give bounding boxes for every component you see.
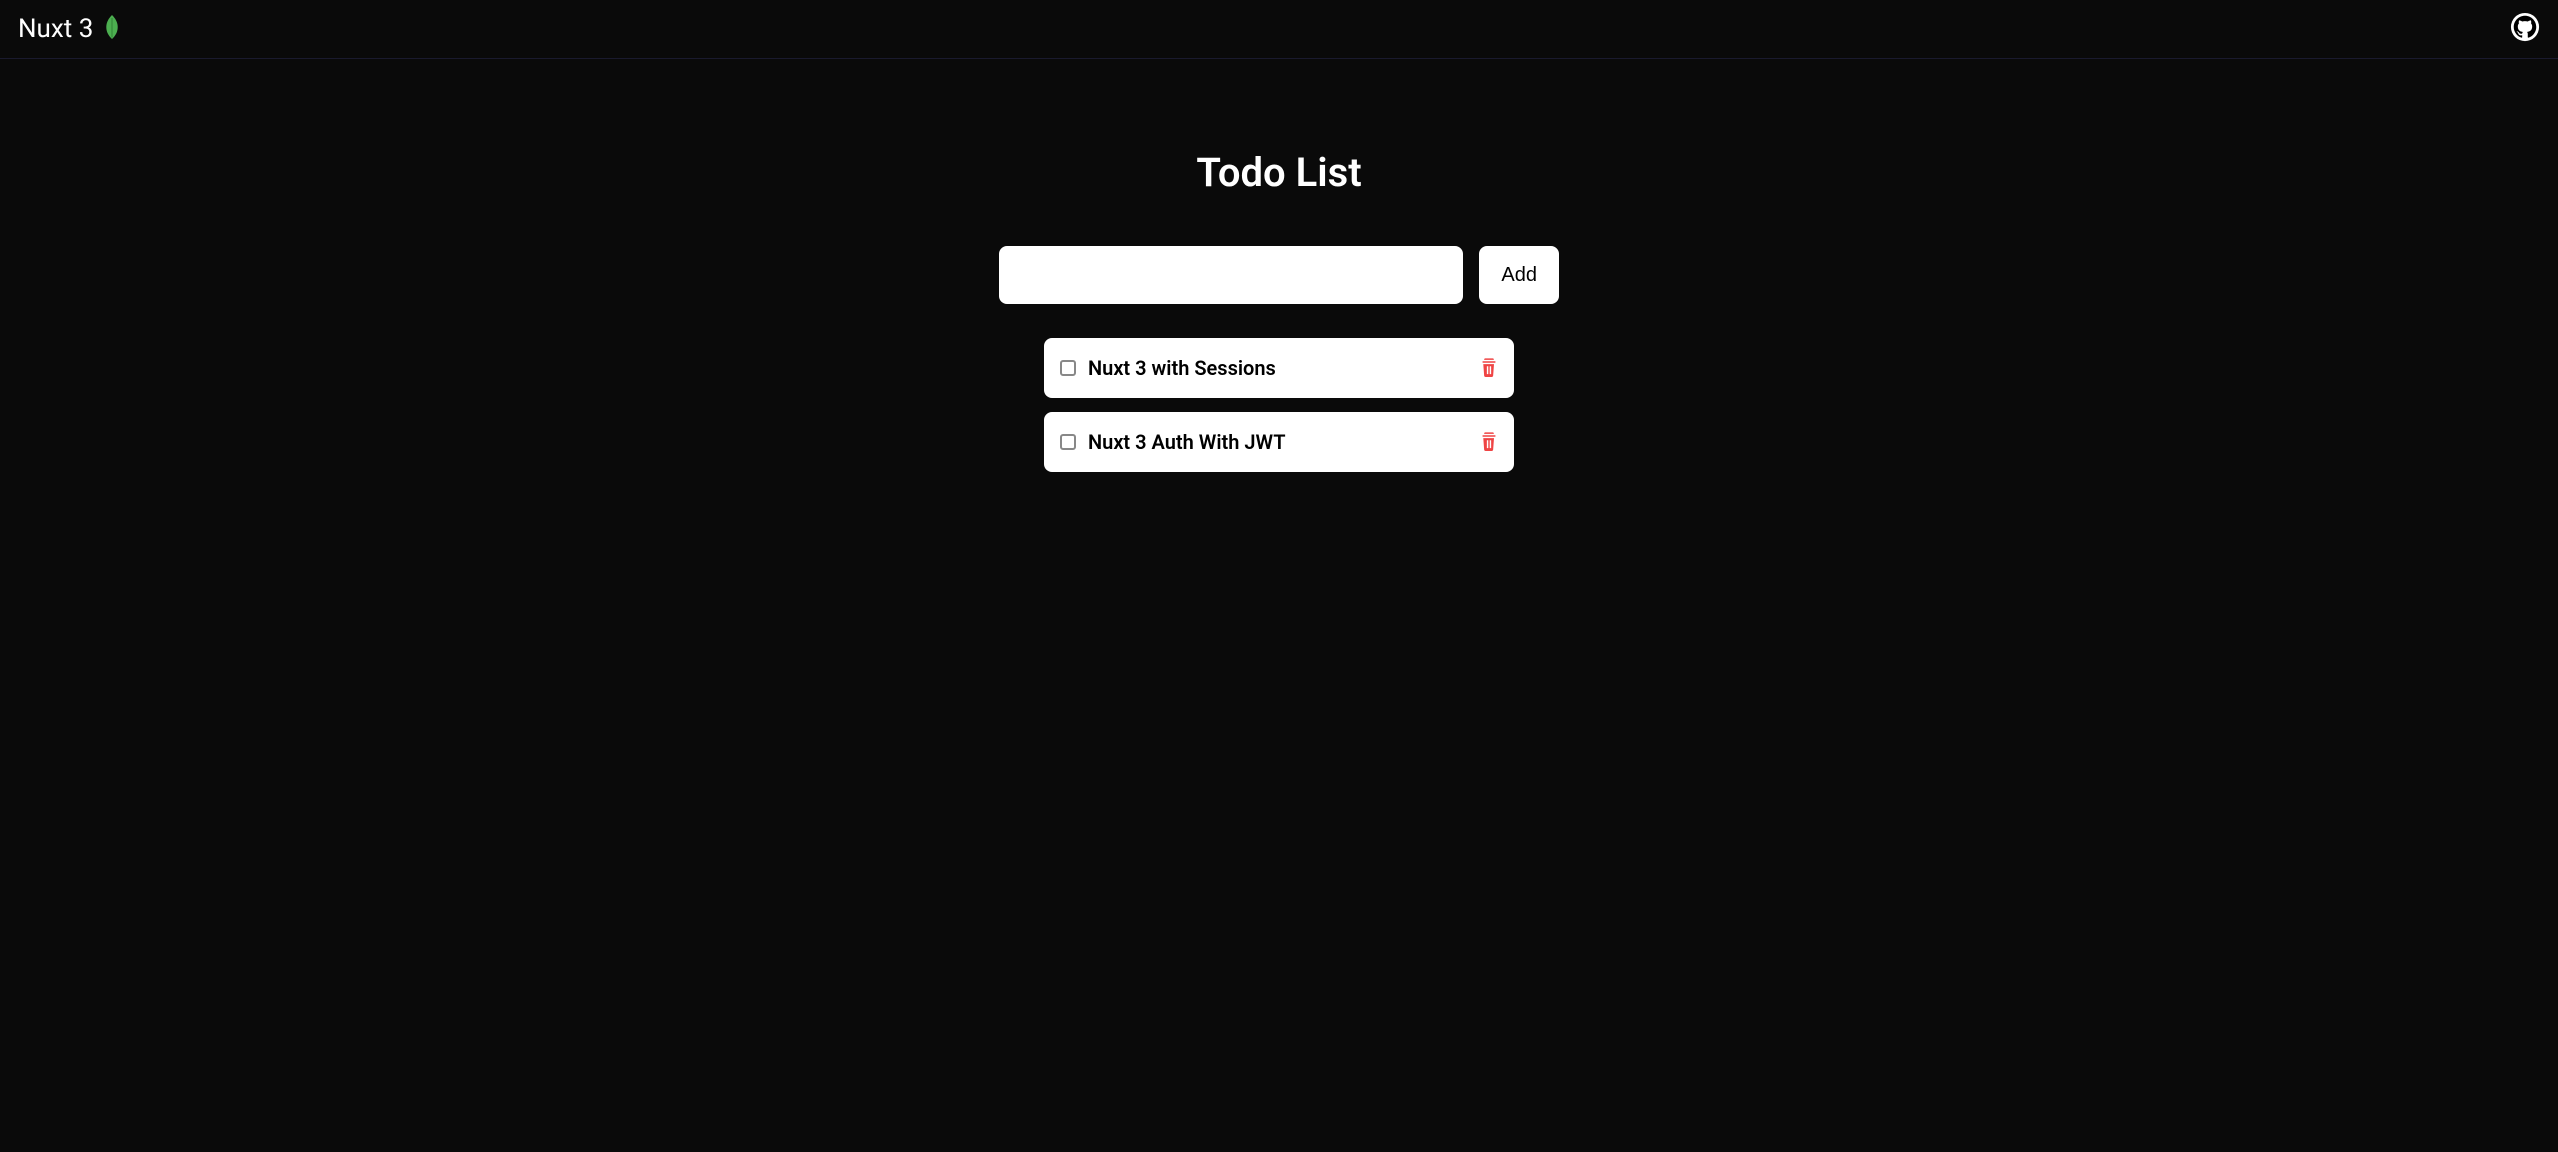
add-todo-row: Add bbox=[979, 246, 1579, 304]
delete-button[interactable] bbox=[1480, 357, 1498, 380]
trash-icon bbox=[1480, 431, 1498, 454]
page-title: Todo List bbox=[979, 149, 1579, 196]
todo-item: Nuxt 3 Auth With JWT bbox=[1044, 412, 1514, 472]
add-button[interactable]: Add bbox=[1479, 246, 1559, 304]
todo-text: Nuxt 3 with Sessions bbox=[1088, 356, 1468, 380]
main-content: Todo List Add Nuxt 3 with SessionsNuxt 3… bbox=[979, 59, 1579, 472]
new-todo-input[interactable] bbox=[999, 246, 1463, 304]
github-icon bbox=[2510, 27, 2540, 46]
brand-title: Nuxt 3 bbox=[18, 14, 93, 44]
todo-text: Nuxt 3 Auth With JWT bbox=[1088, 430, 1468, 454]
delete-button[interactable] bbox=[1480, 431, 1498, 454]
leaf-icon bbox=[103, 14, 121, 44]
trash-icon bbox=[1480, 357, 1498, 380]
todo-item: Nuxt 3 with Sessions bbox=[1044, 338, 1514, 398]
github-link[interactable] bbox=[2510, 12, 2540, 46]
todo-checkbox[interactable] bbox=[1060, 360, 1076, 376]
todo-checkbox[interactable] bbox=[1060, 434, 1076, 450]
app-header: Nuxt 3 bbox=[0, 0, 2558, 59]
brand: Nuxt 3 bbox=[18, 14, 121, 44]
todo-list: Nuxt 3 with Sessions Nuxt 3 Auth With JWT bbox=[979, 338, 1579, 472]
